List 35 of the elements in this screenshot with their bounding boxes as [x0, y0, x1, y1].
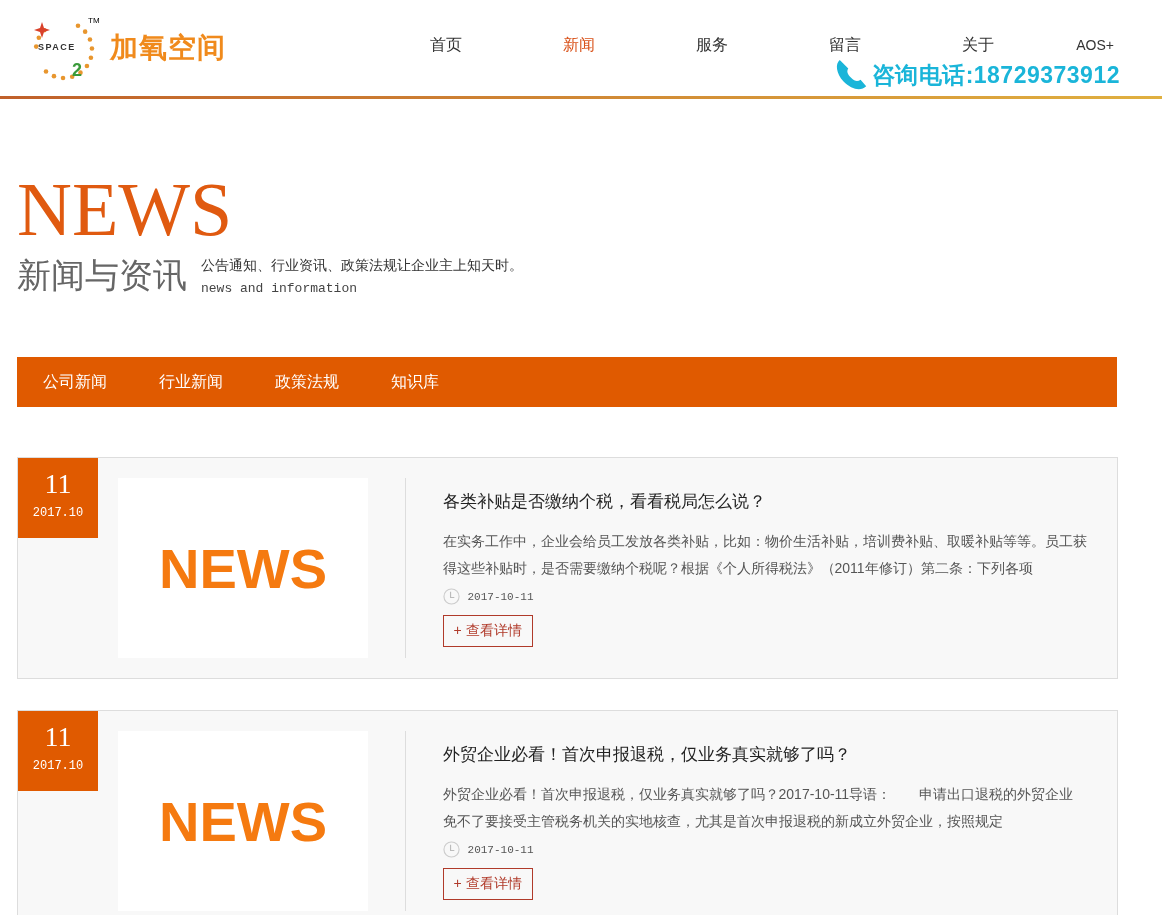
trademark: TM [88, 16, 100, 26]
clock-icon [442, 841, 460, 858]
details-button[interactable]: + 查看详情 [442, 868, 533, 900]
category-link[interactable]: 知识库 [391, 371, 439, 393]
article-date: 2017-10-11 [467, 590, 534, 603]
category-link[interactable]: 公司新闻 [43, 371, 107, 393]
brand-name: 加氧空间 [110, 31, 226, 65]
nav-link[interactable]: 首页 [379, 34, 512, 56]
date-month: 2017.10 [32, 506, 84, 520]
page-description-english: news and information [201, 280, 359, 296]
thumbnail-text: NEWS [159, 535, 327, 601]
date-month: 2017.10 [32, 759, 84, 773]
article-summary: 外贸企业必看！首次申报退税，仅业务真实就够了吗？2017-10-11导语： 申请出口退税的外贸企业免不了要接受主管税务机关的实地核查，尤其是首次申报退税的新成立外贸企业，按照规定 [442, 785, 1075, 831]
logo-text: SPACE [38, 42, 76, 53]
date-day: 11 [44, 721, 72, 753]
nav-link[interactable]: 留言 [778, 34, 911, 56]
nav-link[interactable]: 服务 [645, 34, 778, 56]
nav-link[interactable]: 关于 [911, 34, 1044, 56]
thumbnail-text: NEWS [159, 788, 327, 854]
category-link[interactable]: 政策法规 [275, 371, 339, 393]
article-title[interactable]: 各类补贴是否缴纳个税，看看税局怎么说？ [442, 490, 766, 514]
article-title[interactable]: 外贸企业必看！首次申报退税，仅业务真实就够了吗？ [442, 743, 851, 767]
details-button[interactable]: + 查看详情 [442, 615, 533, 647]
logo-number: 2 [72, 60, 82, 80]
clock-icon [442, 588, 460, 605]
category-link[interactable]: 行业新闻 [159, 371, 223, 393]
article-summary: 在实务工作中，企业会给员工发放各类补贴，比如：物价生活补贴，培训费补贴、取暖补贴等等。员工获得这些补贴时，是否需要缴纳个税呢？根据《个人所得税法》（2011年修订）第二条：下列各项 [442, 532, 1087, 578]
nav-link[interactable]: AOS+ [1044, 34, 1114, 56]
date-day: 11 [44, 468, 72, 500]
hotline-text: 咨询电话:18729373912 [871, 60, 1120, 90]
page-subtitle: 新闻与资讯 [17, 254, 187, 297]
page-title: NEWS [17, 171, 234, 247]
article-date: 2017-10-11 [467, 843, 534, 856]
nav-link[interactable]: 新闻 [512, 34, 645, 56]
page-description: 公告通知、行业资讯、政策法规让企业主上知天时。 [201, 256, 523, 275]
